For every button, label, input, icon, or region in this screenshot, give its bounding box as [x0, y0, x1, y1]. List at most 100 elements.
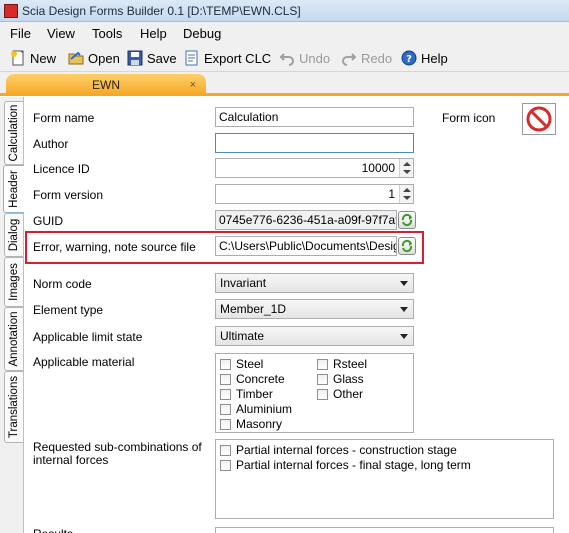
source-file-label: Error, warning, note source file	[33, 240, 196, 254]
export-clc-label: Export CLC	[204, 50, 272, 66]
checkbox-box[interactable]	[317, 373, 328, 385]
undo-button-label: Undo	[299, 50, 331, 66]
tab-images[interactable]: Images	[4, 257, 23, 307]
menu-debug[interactable]: Debug	[183, 26, 221, 41]
save-disk-icon	[127, 50, 143, 66]
undo-arrow-icon	[279, 50, 295, 66]
subcomb-checklist: Partial internal forces - construction s…	[215, 439, 554, 519]
redo-button[interactable]: Redo	[341, 49, 392, 67]
source-file-input[interactable]: C:\Users\Public\Documents\Design	[215, 236, 397, 256]
checkbox-box[interactable]	[220, 418, 231, 430]
tab-translations[interactable]: Translations	[4, 371, 23, 443]
checkbox-label: Glass	[333, 372, 364, 386]
licence-id-value: 10000	[361, 161, 395, 175]
material-checklist: Steel Concrete Timber Aluminium Masonry …	[215, 353, 414, 433]
limit-state-select[interactable]: Ultimate	[215, 326, 414, 346]
checkbox-box[interactable]	[220, 388, 231, 400]
element-type-select[interactable]: Member_1D	[215, 299, 414, 319]
window-title: Scia Design Forms Builder 0.1 [D:\TEMP\E…	[22, 4, 301, 18]
checkbox-box[interactable]	[220, 403, 231, 415]
checkbox-label: Steel	[236, 357, 264, 371]
document-tab-label: EWN	[92, 78, 120, 92]
norm-code-select[interactable]: Invariant	[215, 273, 414, 293]
document-tab-strip: EWN ×	[0, 72, 569, 96]
checkbox-label: Concrete	[236, 372, 285, 386]
norm-code-label: Norm code	[33, 277, 92, 291]
author-input[interactable]	[215, 133, 414, 153]
form-version-stepper[interactable]: 1	[215, 184, 414, 204]
checkbox-box[interactable]	[317, 358, 328, 370]
regenerate-guid-button[interactable]	[398, 211, 416, 229]
form-icon-preview[interactable]	[522, 103, 556, 135]
open-button[interactable]: Open	[68, 49, 120, 67]
checkbox-other[interactable]: Other	[317, 387, 363, 401]
checkbox-concrete[interactable]: Concrete	[220, 372, 285, 386]
form-version-label: Form version	[33, 188, 104, 202]
refresh-icon	[401, 213, 413, 227]
version-spinner[interactable]	[399, 185, 413, 203]
menu-file[interactable]: File	[10, 26, 31, 41]
checkbox-aluminium[interactable]: Aluminium	[220, 402, 292, 416]
spin-up-icon[interactable]	[403, 162, 411, 166]
checkbox-masonry[interactable]: Masonry	[220, 417, 282, 431]
menu-tools[interactable]: Tools	[92, 26, 122, 41]
subcomb-label: Requested sub-combinations of internal f…	[33, 440, 202, 467]
save-button-label: Save	[147, 50, 177, 66]
checkbox-box[interactable]	[220, 373, 231, 385]
save-button[interactable]: Save	[127, 49, 177, 67]
export-clc-button[interactable]: Export CLC	[184, 49, 271, 67]
open-button-label: Open	[88, 50, 120, 66]
document-tab-ewn[interactable]: EWN ×	[6, 74, 206, 96]
material-label: Applicable material	[33, 355, 135, 369]
help-question-icon: ?	[401, 50, 417, 66]
tab-annotation[interactable]: Annotation	[4, 307, 23, 371]
licence-id-stepper[interactable]: 10000	[215, 158, 414, 178]
new-button[interactable]: New	[10, 49, 56, 67]
checkbox-box[interactable]	[220, 358, 231, 370]
checkbox-label: Other	[333, 387, 364, 401]
help-button[interactable]: ? Help	[401, 49, 448, 67]
guid-label: GUID	[33, 214, 63, 228]
author-label: Author	[33, 137, 69, 151]
spin-up-icon[interactable]	[403, 188, 411, 192]
menu-view[interactable]: View	[47, 26, 75, 41]
open-folder-icon	[68, 50, 84, 66]
checkbox-box[interactable]	[220, 444, 231, 456]
checkbox-construction-stage[interactable]: Partial internal forces - construction s…	[220, 443, 457, 457]
redo-button-label: Redo	[361, 50, 393, 66]
menu-help[interactable]: Help	[140, 26, 167, 41]
reset-source-file-button[interactable]	[398, 237, 416, 255]
results-box[interactable]	[215, 527, 554, 533]
tab-dialog[interactable]: Dialog	[4, 213, 23, 257]
tab-calculation[interactable]: Calculation	[4, 101, 23, 165]
svg-text:?: ?	[406, 54, 412, 65]
help-button-label: Help	[421, 50, 448, 66]
licence-spinner[interactable]	[399, 159, 413, 177]
limit-state-value: Ultimate	[220, 329, 265, 343]
redo-arrow-icon	[341, 50, 357, 66]
checkbox-label: Aluminium	[236, 402, 293, 416]
form-icon-label: Form icon	[442, 111, 496, 125]
form-version-value: 1	[388, 187, 395, 201]
checkbox-steel[interactable]: Steel	[220, 357, 263, 371]
chevron-down-icon	[400, 307, 408, 312]
app-icon	[4, 4, 18, 18]
new-document-icon	[10, 50, 26, 66]
checkbox-timber[interactable]: Timber	[220, 387, 273, 401]
spin-down-icon[interactable]	[403, 196, 411, 200]
checkbox-box[interactable]	[317, 388, 328, 400]
checkbox-rsteel[interactable]: Rsteel	[317, 357, 367, 371]
close-tab-icon[interactable]: ×	[190, 74, 196, 96]
chevron-down-icon	[400, 334, 408, 339]
checkbox-box[interactable]	[220, 459, 231, 471]
spin-down-icon[interactable]	[403, 170, 411, 174]
checkbox-glass[interactable]: Glass	[317, 372, 364, 386]
tab-translations-label: Translations	[8, 375, 20, 439]
limit-state-label: Applicable limit state	[33, 330, 143, 344]
form-name-input[interactable]: Calculation	[215, 107, 414, 127]
guid-input[interactable]: 0745e776-6236-451a-a09f-97f7af8eb	[215, 210, 397, 230]
tab-dialog-label: Dialog	[8, 218, 20, 252]
checkbox-final-stage[interactable]: Partial internal forces - final stage, l…	[220, 458, 471, 472]
undo-button[interactable]: Undo	[279, 49, 330, 67]
tab-header[interactable]: Header	[3, 165, 24, 213]
